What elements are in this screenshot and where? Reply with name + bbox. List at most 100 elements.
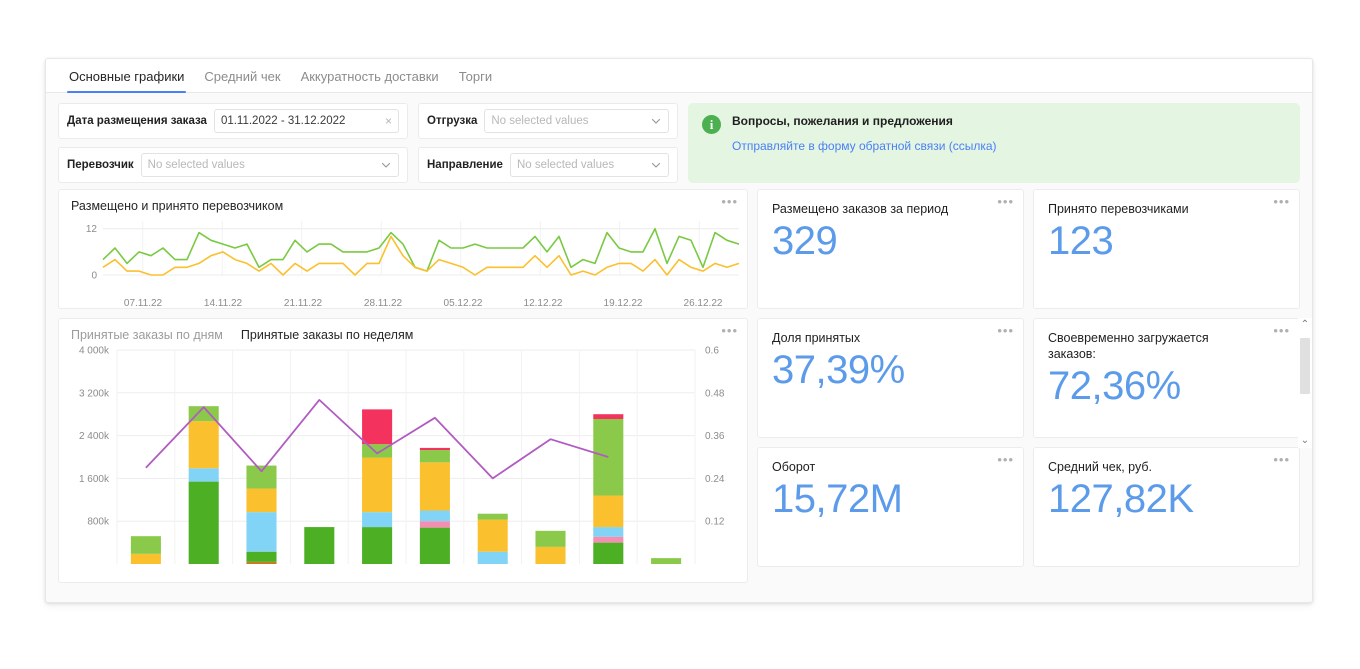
tab-average-check[interactable]: Средний чек (194, 70, 290, 92)
x-axis-tick-label: 14.11.22 (183, 298, 263, 309)
kpi-on-time-loading[interactable]: ••• Своевременно загружается заказов: 72… (1033, 318, 1300, 438)
bar-chart-svg: 800k1 600k2 400k3 200k4 000k0.120.240.36… (59, 342, 747, 570)
bar-chart-area: 800k1 600k2 400k3 200k4 000k0.120.240.36… (59, 342, 747, 570)
filter-carrier-label: Перевозчик (67, 159, 134, 171)
kpi-menu-icon[interactable]: ••• (997, 455, 1014, 465)
x-axis-tick-label: 26.12.22 (663, 298, 743, 309)
kpi-accepted-share[interactable]: ••• Доля принятых 37,39% (757, 318, 1024, 438)
kpi-label: Своевременно загружается заказов: (1048, 330, 1238, 362)
kpi-label: Доля принятых (772, 330, 962, 346)
scrollbar-track[interactable] (1300, 332, 1310, 434)
info-banner-title: Вопросы, пожелания и предложения (732, 114, 997, 128)
kpi-orders-placed[interactable]: ••• Размещено заказов за период 329 (757, 189, 1024, 309)
svg-text:800k: 800k (87, 517, 110, 528)
x-axis-tick-label: 05.12.22 (423, 298, 503, 309)
filter-direction[interactable]: Направление No selected values (418, 147, 678, 183)
kpi-value: 15,72М (772, 475, 1009, 523)
kpi-row-1: ••• Размещено заказов за период 329 ••• … (757, 189, 1300, 309)
svg-text:0.12: 0.12 (705, 517, 725, 528)
x-axis-tick-label: 12.12.22 (503, 298, 583, 309)
kpi-menu-icon[interactable]: ••• (1273, 455, 1290, 465)
chevron-down-icon[interactable] (650, 115, 662, 127)
kpi-value: 72,36% (1048, 362, 1285, 410)
dashboard-body: Размещено и принято перевозчиком ••• 012… (46, 189, 1312, 583)
kpi-row-3: ••• Оборот 15,72М ••• Средний чек, руб. … (757, 447, 1300, 567)
scrollbar-thumb[interactable] (1300, 338, 1310, 394)
line-chart-area: 012 (59, 215, 747, 297)
bar-tab-by-days[interactable]: Принятые заказы по дням (71, 328, 223, 342)
info-icon: i (702, 115, 721, 134)
dashboard-card: Основные графики Средний чек Аккуратност… (45, 58, 1313, 603)
x-axis-tick-label: 07.11.22 (103, 298, 183, 309)
kpi-value: 123 (1048, 217, 1285, 265)
carrier-value: No selected values (148, 159, 380, 171)
kpi-label: Размещено заказов за период (772, 201, 962, 217)
tab-bidding[interactable]: Торги (449, 70, 502, 92)
kpi-accepted-by-carriers[interactable]: ••• Принято перевозчиками 123 (1033, 189, 1300, 309)
tab-label: Средний чек (204, 69, 280, 84)
svg-text:0.48: 0.48 (705, 388, 725, 399)
tab-label: Аккуратность доставки (301, 69, 439, 84)
kpi-menu-icon[interactable]: ••• (997, 326, 1014, 336)
direction-value: No selected values (517, 159, 650, 171)
tab-label: Основные графики (69, 69, 184, 84)
svg-text:0.24: 0.24 (705, 474, 725, 485)
kpi-row-2: ••• Доля принятых 37,39% ••• Своевременн… (757, 318, 1300, 438)
tab-main-charts[interactable]: Основные графики (59, 70, 194, 92)
x-axis-tick-label: 19.12.22 (583, 298, 663, 309)
filter-column-middle: Отгрузка No selected values Направление … (418, 103, 678, 183)
kpi-average-check[interactable]: ••• Средний чек, руб. 127,82K (1033, 447, 1300, 567)
tab-delivery-accuracy[interactable]: Аккуратность доставки (291, 70, 449, 92)
filter-carrier[interactable]: Перевозчик No selected values (58, 147, 408, 183)
kpi-menu-icon[interactable]: ••• (1273, 326, 1290, 336)
line-chart-x-axis: 07.11.2214.11.2221.11.2228.11.2205.12.22… (59, 298, 747, 309)
shipment-value: No selected values (491, 115, 650, 127)
svg-text:0.36: 0.36 (705, 431, 725, 442)
filter-shipment-label: Отгрузка (427, 115, 477, 127)
info-banner-text: Вопросы, пожелания и предложения Отправл… (732, 114, 997, 155)
bar-chart-menu-icon[interactable]: ••• (721, 326, 738, 336)
close-icon[interactable]: × (381, 114, 392, 128)
order-date-input[interactable]: 01.11.2022 - 31.12.2022 × (214, 109, 399, 133)
vertical-scrollbar[interactable]: ⌃ ⌄ (1298, 318, 1312, 448)
shipment-input[interactable]: No selected values (484, 109, 669, 133)
line-chart-svg: 012 (65, 215, 743, 287)
kpi-menu-icon[interactable]: ••• (997, 197, 1014, 207)
filter-column-left: Дата размещения заказа 01.11.2022 - 31.1… (58, 103, 408, 183)
line-chart-menu-icon[interactable]: ••• (721, 197, 738, 207)
tab-bar: Основные графики Средний чек Аккуратност… (46, 59, 1312, 93)
feedback-form-link[interactable]: Отправляйте в форму обратной связи (ссыл… (732, 139, 997, 153)
bar-tab-by-weeks[interactable]: Принятые заказы по неделям (241, 328, 413, 342)
svg-text:12: 12 (86, 224, 98, 235)
chevron-down-icon[interactable] (650, 159, 662, 171)
line-chart-panel: Размещено и принято перевозчиком ••• 012… (58, 189, 748, 309)
kpi-turnover[interactable]: ••• Оборот 15,72М (757, 447, 1024, 567)
line-chart-title: Размещено и принято перевозчиком (59, 190, 747, 215)
kpi-value: 37,39% (772, 346, 1009, 394)
bar-chart-panel: Принятые заказы по дням Принятые заказы … (58, 318, 748, 583)
order-date-value: 01.11.2022 - 31.12.2022 (221, 115, 381, 127)
filter-order-date-label: Дата размещения заказа (67, 115, 207, 127)
charts-column: Размещено и принято перевозчиком ••• 012… (58, 189, 748, 583)
filter-order-date[interactable]: Дата размещения заказа 01.11.2022 - 31.1… (58, 103, 408, 139)
kpi-label: Оборот (772, 459, 962, 475)
svg-text:2 400k: 2 400k (79, 431, 110, 442)
kpi-label: Средний чек, руб. (1048, 459, 1238, 475)
direction-input[interactable]: No selected values (510, 153, 669, 177)
svg-text:4 000k: 4 000k (79, 346, 110, 357)
carrier-input[interactable]: No selected values (141, 153, 399, 177)
x-axis-tick-label: 28.11.22 (343, 298, 423, 309)
x-axis-tick-label: 21.11.22 (263, 298, 343, 309)
kpi-column: ••• Размещено заказов за период 329 ••• … (757, 189, 1300, 583)
scroll-down-icon[interactable]: ⌄ (1301, 434, 1309, 448)
kpi-menu-icon[interactable]: ••• (1273, 197, 1290, 207)
filter-shipment[interactable]: Отгрузка No selected values (418, 103, 678, 139)
tab-label: Торги (459, 69, 492, 84)
chevron-down-icon[interactable] (380, 159, 392, 171)
kpi-value: 127,82K (1048, 475, 1285, 523)
scroll-up-icon[interactable]: ⌃ (1301, 318, 1309, 332)
svg-text:3 200k: 3 200k (79, 388, 110, 399)
filter-direction-label: Направление (427, 159, 503, 171)
svg-text:0.6: 0.6 (705, 346, 719, 357)
filter-bar: Дата размещения заказа 01.11.2022 - 31.1… (46, 93, 1312, 189)
